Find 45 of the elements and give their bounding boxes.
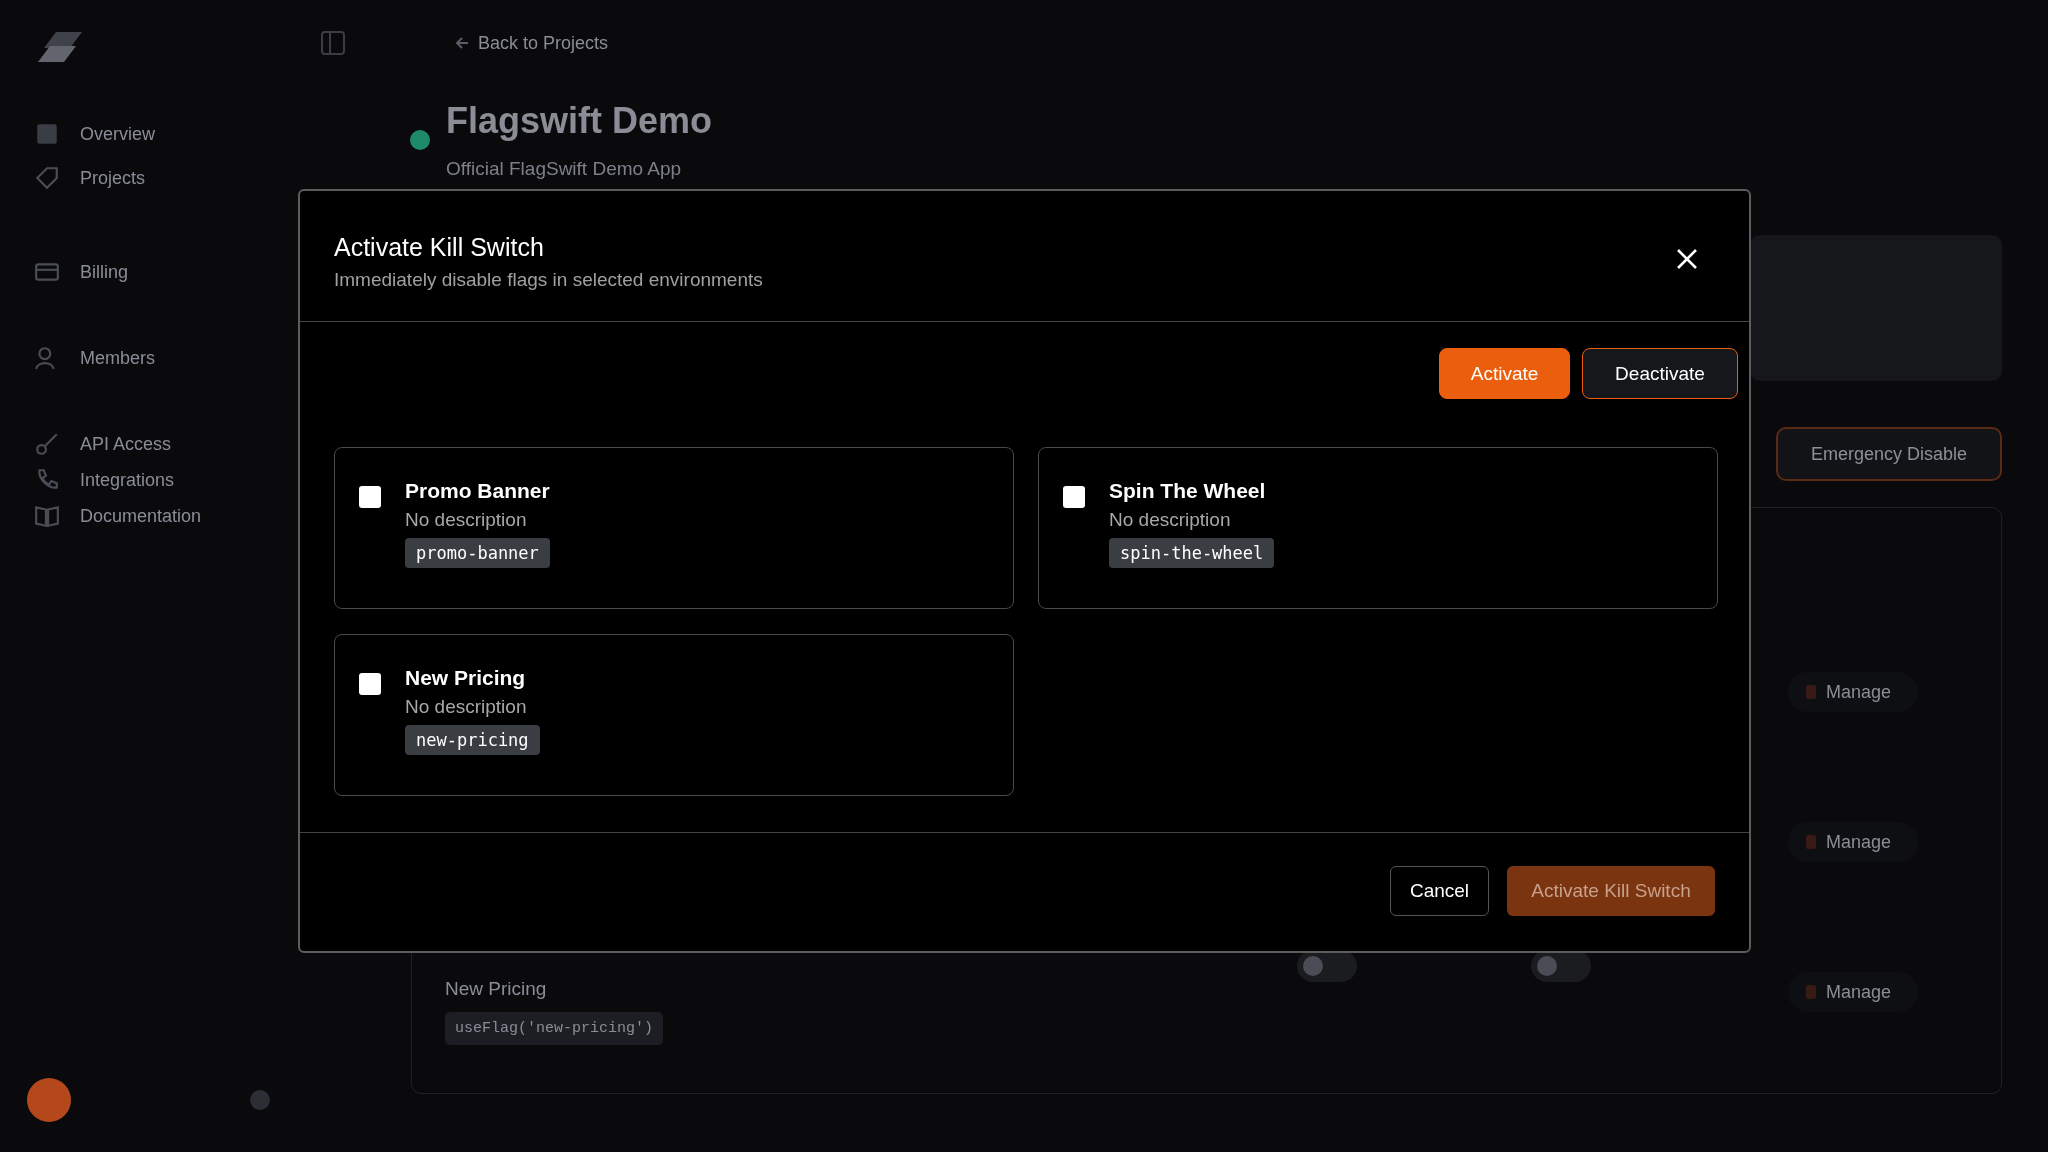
mode-button[interactable]: Activate [1439, 348, 1570, 399]
grid-icon [34, 121, 60, 147]
project-subtitle: Official FlagSwift Demo App [446, 158, 683, 180]
checkbox[interactable] [1063, 486, 1085, 508]
flag-name: New Pricing [405, 665, 527, 691]
checkbox[interactable] [359, 486, 381, 508]
arrow-left-icon [454, 35, 470, 51]
sidebar-item[interactable]: Members [34, 340, 256, 376]
sidebar-item[interactable]: API Access [34, 426, 256, 462]
dialog-subtitle: Immediately disable flags in selected environments [334, 269, 764, 291]
sidebar-toggle-icon[interactable] [320, 30, 346, 56]
flag-description: No description [1109, 508, 1232, 532]
tag-icon [34, 165, 60, 191]
flag-description: No description [405, 508, 528, 532]
flag-description: No description [405, 695, 528, 719]
flag-name: New Pricing [445, 978, 547, 1000]
avatar[interactable] [27, 1078, 71, 1122]
cancel-button[interactable]: Cancel [1390, 866, 1489, 916]
sidebar-item[interactable]: Projects [34, 160, 256, 196]
back-link[interactable]: Back to Projects [454, 32, 609, 54]
flag-card[interactable]: New Pricing No description new-pricing [334, 634, 1014, 796]
sidebar-item[interactable]: Billing [34, 254, 256, 290]
manage-button[interactable]: Manage [1788, 822, 1918, 862]
code-snippet: useFlag('new-pricing') [445, 1012, 664, 1045]
manage-button[interactable]: Manage [1788, 672, 1918, 712]
flag-key: spin-the-wheel [1109, 538, 1275, 568]
dialog-title: Activate Kill Switch [334, 232, 544, 263]
flag-card[interactable]: Promo Banner No description promo-banner [334, 447, 1014, 609]
close-icon[interactable] [1675, 247, 1699, 271]
flag-card[interactable]: Spin The Wheel No description spin-the-wheel [1038, 447, 1718, 609]
status-dot [410, 130, 430, 150]
checkbox[interactable] [359, 673, 381, 695]
flag-key: promo-banner [405, 538, 550, 568]
emergency-disable-button[interactable]: Emergency Disable [1776, 427, 2002, 481]
sidebar-item[interactable]: Overview [34, 116, 256, 152]
project-title: Flagswift Demo [446, 100, 714, 143]
flag-name: Promo Banner [405, 478, 550, 504]
sidebar-item[interactable]: Integrations [34, 462, 256, 498]
flag-name: Spin The Wheel [1109, 478, 1267, 504]
sidebar-item[interactable]: Documentation [34, 498, 256, 534]
key-icon [34, 431, 60, 457]
book-icon [34, 503, 60, 529]
mode-button[interactable]: Deactivate [1582, 348, 1738, 399]
flag-key: new-pricing [405, 725, 540, 755]
manage-button[interactable]: Manage [1788, 972, 1918, 1012]
